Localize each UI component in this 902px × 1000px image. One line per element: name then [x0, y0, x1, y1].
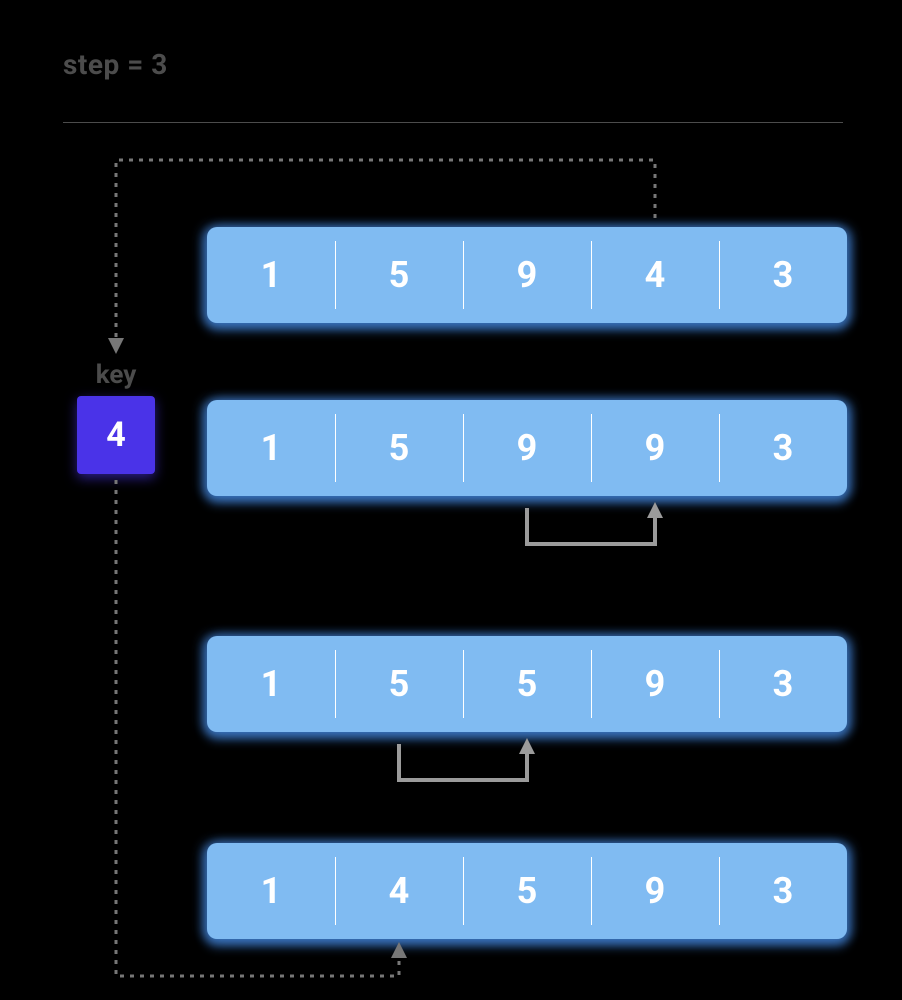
shift-arrow-row1 [527, 508, 655, 544]
arrowhead-up-icon [647, 502, 663, 518]
array-cell: 3 [719, 636, 847, 732]
array-cell: 9 [591, 843, 719, 939]
key-label: key [77, 360, 155, 390]
array-row-2: 1 5 5 9 3 [207, 636, 847, 732]
array-cell: 9 [591, 400, 719, 496]
array-cell: 4 [335, 843, 463, 939]
key-box: key 4 [77, 360, 155, 474]
step-label: step = 3 [63, 48, 168, 81]
array-cell: 1 [207, 400, 335, 496]
array-row-0: 1 5 9 4 3 [207, 227, 847, 323]
array-cell: 5 [463, 636, 591, 732]
array-cell: 1 [207, 636, 335, 732]
array-cell: 3 [719, 843, 847, 939]
array-cell: 9 [463, 227, 591, 323]
array-cell: 3 [719, 400, 847, 496]
array-cell: 9 [591, 636, 719, 732]
array-cell: 5 [463, 843, 591, 939]
arrowhead-up-icon [519, 738, 535, 754]
array-cell: 9 [463, 400, 591, 496]
array-cell: 4 [591, 227, 719, 323]
array-row-3: 1 4 5 9 3 [207, 843, 847, 939]
array-cell: 5 [335, 227, 463, 323]
arrowhead-up-icon [391, 942, 407, 958]
shift-arrow-row2 [399, 744, 527, 780]
array-cell: 1 [207, 227, 335, 323]
array-cell: 5 [335, 636, 463, 732]
key-value: 4 [77, 396, 155, 474]
array-cell: 3 [719, 227, 847, 323]
array-cell: 5 [335, 400, 463, 496]
arrowhead-down-icon [108, 338, 124, 354]
array-row-1: 1 5 9 9 3 [207, 400, 847, 496]
array-cell: 1 [207, 843, 335, 939]
divider [63, 122, 843, 123]
